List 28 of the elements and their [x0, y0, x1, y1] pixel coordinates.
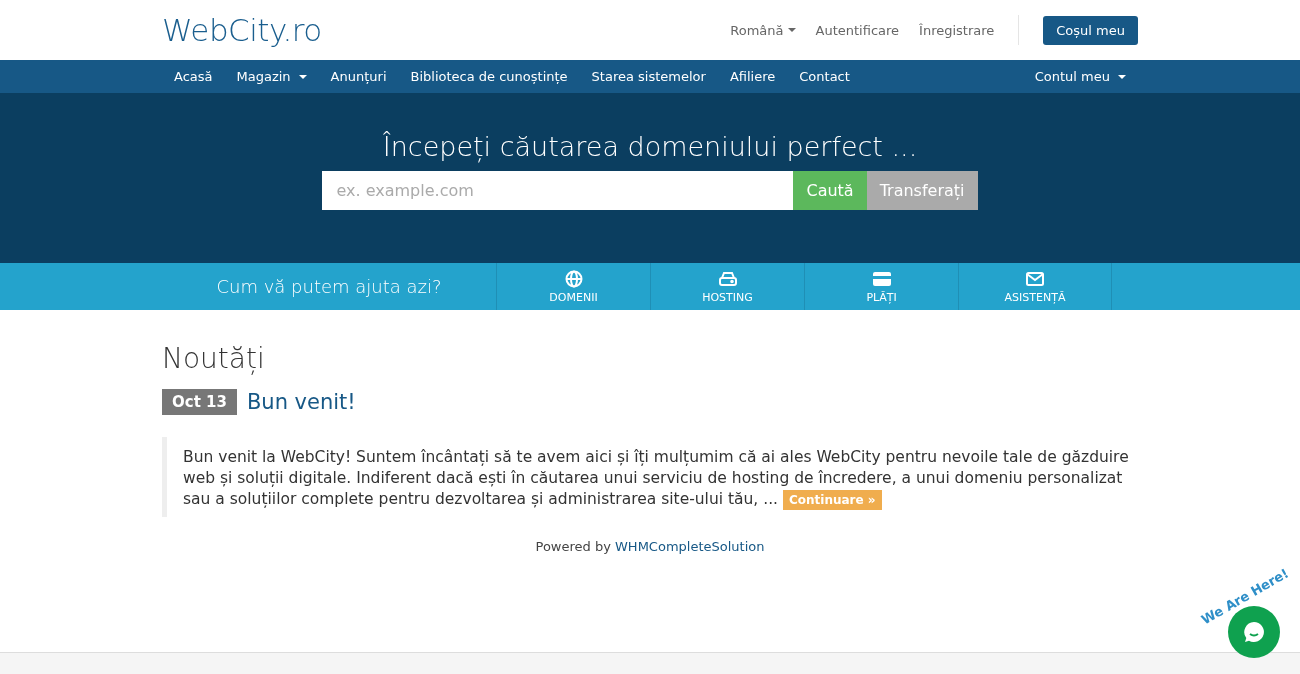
- hero-title: Începeți căutarea domeniului perfect ...: [382, 131, 918, 162]
- nav-link[interactable]: Magazin: [224, 60, 319, 93]
- nav-link[interactable]: Acasă: [162, 60, 225, 93]
- account-menu[interactable]: Contul meu: [1022, 60, 1138, 93]
- nav-link[interactable]: Starea sistemelor: [579, 60, 718, 93]
- post-title-link[interactable]: Bun venit!: [246, 390, 356, 414]
- globe-icon: [563, 269, 584, 288]
- whmcs-link[interactable]: WHMCompleteSolution: [615, 539, 765, 554]
- cart-button[interactable]: Coșul meu: [1043, 15, 1138, 45]
- nav-link[interactable]: Biblioteca de cunoștințe: [398, 60, 580, 93]
- server-icon: [717, 269, 738, 288]
- site-logo[interactable]: WebCity.ro: [162, 12, 322, 48]
- domain-search-field[interactable]: ex. example.com: [322, 171, 794, 210]
- envelope-icon: [1025, 269, 1045, 288]
- nav-link[interactable]: Contact: [787, 60, 862, 93]
- powered-by-text: Powered by WHMCompleteSolution: [534, 539, 766, 554]
- post-excerpt: Bun venit la WebCity! Suntem încântați să te avem aici și îți mulțumim că ai ales WebCity pentru nevoile tale de găzduire web și soluții digitale. Indiferent dacă ești în căutarea unui serviciu de hosting de încredere, a unui domeniu personalizat sau a soluțiilor complete pentru dezvoltarea și administrarea site-ului tău, ... Continuare »: [162, 437, 1138, 517]
- credit-card-icon: [871, 269, 892, 288]
- header-link[interactable]: Autentificare: [815, 22, 900, 38]
- nav-link[interactable]: Anunțuri: [318, 60, 399, 93]
- nav-link[interactable]: Afiliere: [717, 60, 788, 93]
- caret-icon: [787, 28, 796, 32]
- header-link[interactable]: Înregistrare: [919, 22, 995, 38]
- language-dropdown[interactable]: Română: [730, 22, 796, 38]
- help-title: Cum vă putem ajuta azi?: [215, 276, 443, 297]
- date-label: Oct 13: [162, 389, 237, 415]
- news-heading: Noutăți: [162, 342, 266, 375]
- chat-bubble-icon: [1242, 620, 1266, 644]
